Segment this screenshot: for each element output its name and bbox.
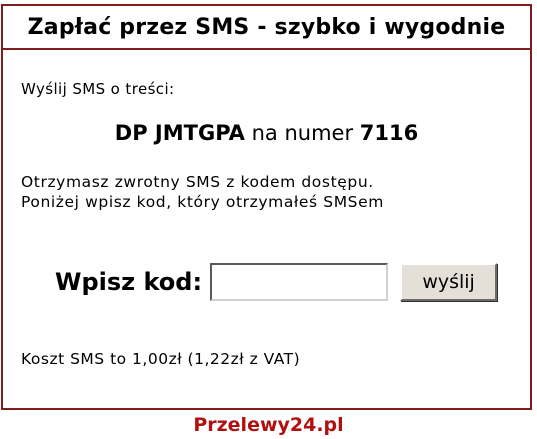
code-form: Wpisz kod: wyślij	[55, 260, 498, 304]
brand-footer: Przelewy24.pl	[193, 414, 344, 436]
sms-code-line: DP JMTGPA na numer 7116	[3, 121, 530, 145]
info-line-2: Poniżej wpisz kod, który otrzymałeś SMSe…	[21, 193, 384, 211]
sms-instruction: Wyślij SMS o treści:	[21, 80, 175, 98]
send-button[interactable]: wyślij	[400, 263, 498, 301]
sms-number: 7116	[359, 121, 419, 145]
sms-content: DP JMTGPA	[114, 121, 245, 145]
panel-title: Zapłać przez SMS - szybko i wygodnie	[3, 6, 530, 50]
sms-connector: na numer	[251, 121, 354, 145]
code-label: Wpisz kod:	[55, 268, 203, 296]
info-line-1: Otrzymasz zwrotny SMS z kodem dostępu.	[21, 173, 374, 191]
sms-payment-panel: Zapłać przez SMS - szybko i wygodnie Wyś…	[1, 4, 532, 410]
sms-cost: Koszt SMS to 1,00zł (1,22zł z VAT)	[21, 350, 301, 368]
code-input[interactable]	[210, 263, 389, 301]
sms-info-text: Otrzymasz zwrotny SMS z kodem dostępu. P…	[21, 172, 384, 212]
